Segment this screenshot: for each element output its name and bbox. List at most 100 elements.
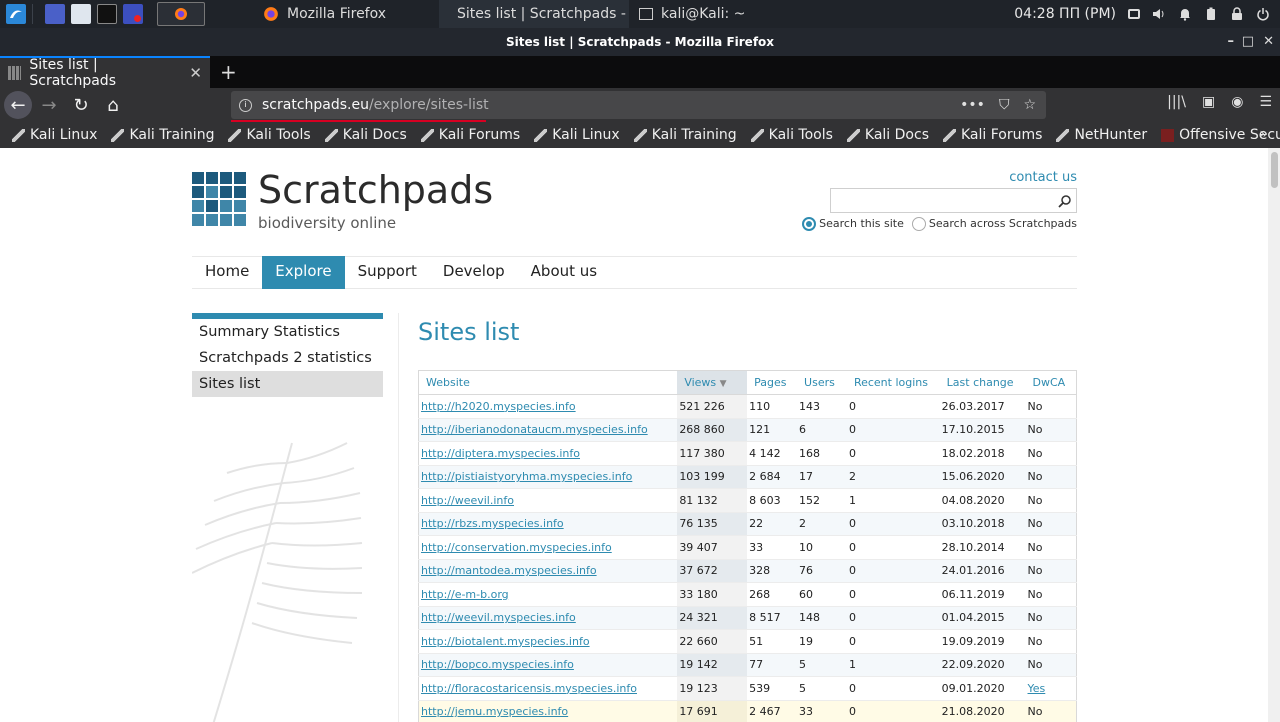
kali-bookmark-icon (111, 128, 125, 142)
sidebar-item-summary-statistics[interactable]: Summary Statistics (192, 319, 383, 345)
column-header-dwca[interactable]: DwCA (1025, 370, 1077, 395)
bookmark-item[interactable]: Kali Training (111, 127, 214, 143)
notifications-icon[interactable] (1178, 7, 1192, 21)
cell-dwca: No (1025, 441, 1077, 466)
sidebar-item-sites-list[interactable]: Sites list (192, 371, 383, 397)
cell-website[interactable]: http://rbzs.myspecies.info (418, 512, 678, 536)
terminal-icon[interactable] (97, 4, 117, 24)
table-row: http://conservation.myspecies.info 39 407… (418, 535, 1077, 560)
library-icon[interactable]: |||\ (1167, 94, 1186, 110)
battery-icon[interactable] (1204, 7, 1218, 21)
cell-website[interactable]: http://conservation.myspecies.info (418, 535, 678, 560)
minimize-icon[interactable]: – (1228, 34, 1235, 49)
cell-last-change: 15.06.2020 (939, 465, 1026, 489)
cell-dwca: No (1025, 606, 1077, 630)
bookmark-item[interactable]: Kali Tools (228, 127, 311, 143)
taskbar-task-firefox[interactable]: Mozilla Firefox (253, 0, 439, 28)
page-scrollbar[interactable] (1268, 148, 1280, 722)
cell-website[interactable]: http://weevil.info (418, 488, 678, 513)
bookmark-item[interactable]: Kali Forums (943, 127, 1042, 143)
bookmark-item[interactable]: Kali Docs (846, 127, 929, 143)
nav-develop[interactable]: Develop (430, 256, 518, 289)
nav-home[interactable]: Home (192, 256, 262, 289)
forward-icon[interactable]: → (34, 90, 64, 120)
cell-users: 6 (797, 418, 847, 442)
cell-website[interactable]: http://h2020.myspecies.info (418, 394, 678, 419)
scrollbar-thumb[interactable] (1271, 152, 1278, 188)
home-icon[interactable]: ⌂ (98, 90, 128, 120)
page-actions-icon[interactable]: ••• (960, 97, 985, 113)
search-this-site-radio[interactable]: Search this site (802, 217, 904, 231)
bookmark-item[interactable]: Kali Forums (420, 127, 520, 143)
cell-website[interactable]: http://bopco.myspecies.info (418, 653, 678, 677)
cell-users: 76 (797, 559, 847, 583)
column-header-last-change[interactable]: Last change (939, 370, 1026, 395)
kali-menu-icon[interactable] (6, 4, 26, 24)
contact-us-link[interactable]: contact us (1009, 170, 1077, 185)
column-header-pages[interactable]: Pages (747, 370, 798, 395)
pocket-icon[interactable]: ⛉ (999, 97, 1010, 113)
clock[interactable]: 04:28 ΠΠ (PM) (1014, 6, 1122, 22)
bookmark-item[interactable]: Kali Docs (324, 127, 407, 143)
cell-website[interactable]: http://biotalent.myspecies.info (418, 629, 678, 654)
bookmark-item[interactable]: Kali Linux (534, 127, 620, 143)
site-search-input[interactable] (830, 188, 1077, 213)
cell-dwca[interactable]: Yes (1025, 676, 1077, 701)
cell-pages: 22 (747, 512, 798, 536)
reload-icon[interactable]: ↻ (66, 90, 96, 120)
taskbar-task-label: Mozilla Firefox (287, 6, 387, 22)
taskbar-task-sites-list[interactable]: Sites list | Scratchpads - ... (439, 0, 629, 28)
nav-about-us[interactable]: About us (518, 256, 610, 289)
browser-tab-sites-list[interactable]: Sites list | Scratchpads ✕ (0, 56, 210, 89)
power-icon[interactable] (1256, 7, 1270, 21)
sidebar-icon[interactable]: ▣ (1202, 94, 1215, 110)
volume-icon[interactable] (1152, 7, 1166, 21)
cell-website[interactable]: http://e-m-b.org (418, 582, 678, 607)
close-tab-icon[interactable]: ✕ (189, 64, 202, 82)
cell-website[interactable]: http://pistiaistyoryhma.myspecies.info (418, 465, 678, 489)
column-header-label: Views (684, 376, 717, 389)
cell-website[interactable]: http://floracostaricensis.myspecies.info (418, 676, 678, 701)
back-icon[interactable]: ← (4, 91, 32, 119)
menu-icon[interactable]: ☰ (1259, 94, 1272, 110)
cell-views: 19 142 (677, 653, 748, 677)
site-logo[interactable]: Scratchpads biodiversity online (192, 170, 493, 232)
cell-website[interactable]: http://iberianodonataucm.myspecies.info (418, 418, 678, 442)
file-manager-icon[interactable] (71, 4, 91, 24)
nav-explore[interactable]: Explore (262, 256, 345, 289)
screen-recorder-icon[interactable] (123, 4, 143, 24)
cell-website[interactable]: http://diptera.myspecies.info (418, 441, 678, 466)
bookmark-item[interactable]: NetHunter (1056, 127, 1147, 143)
bookmark-item[interactable]: Kali Training (633, 127, 737, 143)
cell-website[interactable]: http://jemu.myspecies.info (418, 700, 678, 722)
firefox-launcher-icon[interactable] (157, 2, 205, 26)
account-icon[interactable]: ◉ (1231, 94, 1243, 110)
bookmark-item[interactable]: Kali Tools (750, 127, 833, 143)
bookmark-item[interactable]: Kali Linux (12, 127, 97, 143)
site-info-icon[interactable]: i (239, 98, 252, 112)
taskbar-task-terminal[interactable]: kali@Kali: ~ (629, 0, 779, 28)
cell-users: 10 (797, 535, 847, 560)
column-header-website[interactable]: Website (418, 370, 678, 395)
scratchpads-logo-icon (192, 172, 246, 232)
more-bookmarks-icon[interactable]: » (1259, 126, 1268, 142)
show-desktop-icon[interactable] (45, 4, 65, 24)
column-header-recent-logins[interactable]: Recent logins (846, 370, 940, 395)
nethunter-bookmark-icon (1056, 128, 1070, 142)
maximize-icon[interactable]: □ (1242, 34, 1254, 49)
bookmark-star-icon[interactable]: ☆ (1023, 97, 1036, 113)
cell-website[interactable]: http://weevil.myspecies.info (418, 606, 678, 630)
nav-support[interactable]: Support (345, 256, 430, 289)
close-window-icon[interactable]: ✕ (1263, 34, 1274, 49)
url-bar[interactable]: i scratchpads.eu/explore/sites-list ••• … (231, 91, 1046, 123)
column-header-views[interactable]: Views ▼ (677, 370, 748, 395)
new-tab-icon[interactable]: + (210, 60, 247, 88)
lock-icon[interactable] (1230, 7, 1244, 21)
offsec-bookmark-icon (1161, 128, 1175, 142)
display-icon[interactable] (1128, 9, 1140, 19)
cell-website[interactable]: http://mantodea.myspecies.info (418, 559, 678, 583)
search-across-radio[interactable]: Search across Scratchpads (911, 217, 1077, 231)
column-header-users[interactable]: Users (797, 370, 847, 395)
search-icon[interactable] (1058, 194, 1072, 208)
sidebar-item-scratchpads-2-statistics[interactable]: Scratchpads 2 statistics (192, 345, 383, 371)
